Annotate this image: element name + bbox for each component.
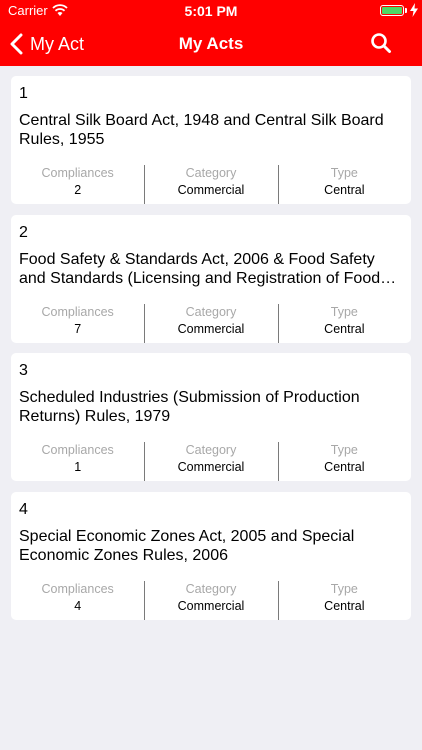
act-number: 4: [19, 501, 28, 519]
compliances-label: Compliances: [41, 166, 114, 180]
category-value: Commercial: [177, 183, 245, 197]
search-icon[interactable]: [370, 32, 392, 54]
battery-nub: [405, 8, 407, 13]
clock: 5:01 PM: [184, 3, 238, 19]
act-stats: Compliances 2 Category Commercial Type C…: [11, 165, 411, 204]
category-stat: Category Commercial: [144, 165, 277, 204]
category-label: Category: [185, 443, 237, 458]
compliances-label: Compliances: [41, 443, 114, 458]
compliances-value: 4: [74, 599, 82, 614]
act-card[interactable]: 2 Food Safety & Standards Act, 2006 & Fo…: [11, 214, 411, 343]
act-title: Special Economic Zones Act, 2005 and Spe…: [19, 528, 355, 565]
compliances-value: 2: [74, 183, 82, 197]
act-title: Central Silk Board Act, 1948 and Central…: [19, 112, 384, 148]
app-header: Carrier 5:01 PM My Act My Acts: [0, 0, 422, 66]
type-label: Type: [330, 166, 358, 180]
category-label: Category: [185, 304, 237, 319]
category-label: Category: [185, 582, 237, 597]
type-value: Central: [324, 183, 365, 197]
acts-list: 1 Central Silk Board Act, 1948 and Centr…: [11, 76, 411, 631]
compliances-label: Compliances: [41, 582, 114, 597]
type-stat: Type Central: [277, 165, 411, 204]
type-stat: Type Central: [277, 581, 411, 621]
compliances-stat: Compliances 1: [11, 442, 144, 481]
compliances-stat: Compliances 4: [11, 581, 144, 620]
compliances-value: 1: [74, 460, 82, 475]
page-title: My Acts: [178, 34, 244, 53]
act-number: 1: [19, 85, 28, 102]
category-value: Commercial: [177, 460, 245, 475]
act-title: Scheduled Industries (Submission of Prod…: [19, 389, 360, 426]
type-label: Type: [330, 443, 358, 458]
charging-bolt-icon: [410, 3, 418, 17]
compliances-stat: Compliances 7: [11, 304, 144, 343]
act-title: Food Safety & Standards Act, 2006 & Food…: [19, 250, 381, 287]
type-value: Central: [324, 321, 365, 336]
act-stats: Compliances 7 Category Commercial Type C…: [11, 303, 411, 343]
type-label: Type: [330, 582, 358, 597]
category-stat: Category Commercial: [144, 442, 277, 482]
act-card[interactable]: 4 Special Economic Zones Act, 2005 and S…: [11, 492, 411, 621]
type-value: Central: [324, 460, 365, 475]
category-stat: Category Commercial: [144, 581, 277, 621]
type-stat: Type Central: [277, 442, 411, 482]
type-stat: Type Central: [277, 303, 411, 343]
type-label: Type: [330, 304, 358, 319]
navigation-bar: My Act My Acts: [0, 22, 422, 66]
act-card[interactable]: 3 Scheduled Industries (Submission of Pr…: [11, 353, 411, 482]
status-bar: Carrier 5:01 PM: [0, 0, 422, 22]
act-stats: Compliances 1 Category Commercial Type C…: [11, 442, 411, 482]
type-value: Central: [324, 599, 365, 614]
category-value: Commercial: [177, 321, 245, 336]
category-value: Commercial: [177, 599, 245, 614]
act-stats: Compliances 4 Category Commercial Type C…: [11, 581, 411, 621]
compliances-stat: Compliances 2: [11, 165, 144, 204]
act-card[interactable]: 1 Central Silk Board Act, 1948 and Centr…: [11, 76, 411, 204]
compliances-label: Compliances: [41, 304, 114, 319]
category-stat: Category Commercial: [144, 303, 277, 343]
act-number: 3: [19, 362, 28, 380]
act-number: 2: [19, 223, 28, 241]
battery-icon: [380, 5, 404, 16]
category-label: Category: [185, 166, 237, 180]
compliances-value: 7: [74, 321, 82, 336]
